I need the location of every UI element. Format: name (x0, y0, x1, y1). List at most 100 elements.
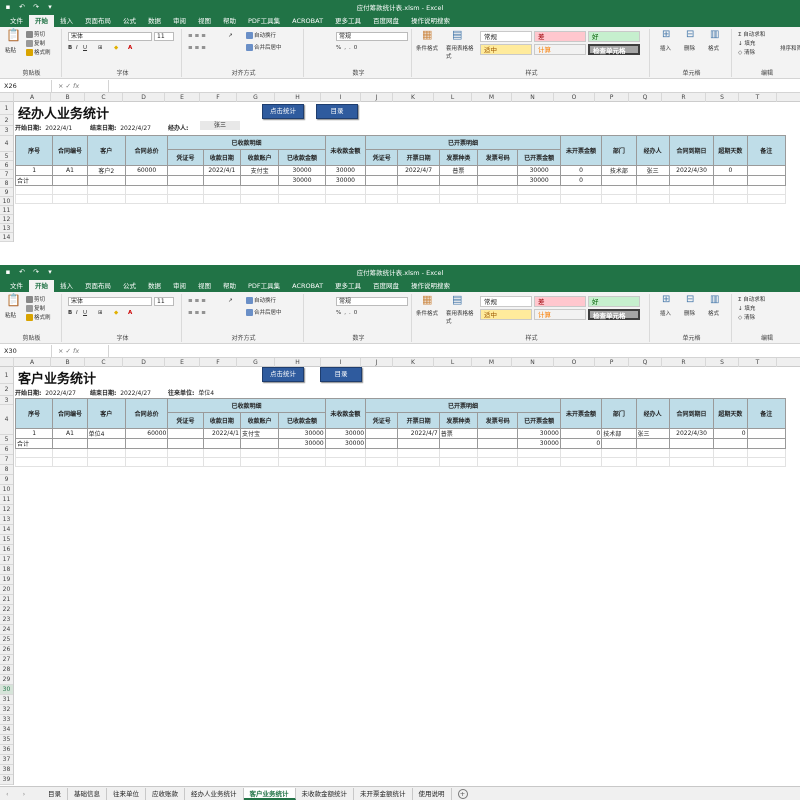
total-cell-inv_voucher[interactable] (365, 175, 399, 186)
row-header-10[interactable]: 10 (0, 197, 13, 206)
empty-cell[interactable] (668, 457, 715, 467)
delete-button[interactable]: 删除 (684, 310, 695, 318)
empty-row[interactable] (14, 194, 787, 204)
total-row[interactable]: 合计 30000 30000 30000 0 (14, 175, 787, 186)
empty-cell[interactable] (601, 448, 637, 458)
style-normal[interactable]: 常规 (480, 296, 532, 307)
cell-recv_amt[interactable]: 30000 (278, 165, 326, 176)
ribbon-tab-9[interactable]: PDF工具集 (242, 280, 286, 292)
merge-center-button[interactable]: 合并后居中 (246, 44, 282, 52)
cell-dept[interactable]: 技术部 (601, 428, 637, 439)
row-header-33[interactable]: 33 (0, 715, 13, 725)
cell-contract[interactable]: A1 (52, 428, 88, 439)
total-cell-total[interactable] (124, 438, 169, 449)
empty-cell[interactable] (438, 194, 479, 204)
style-check[interactable]: 检查单元格 (588, 309, 640, 320)
font-name-select[interactable]: 宋体 (68, 297, 152, 306)
fill-button[interactable]: ↓ 填充 (738, 305, 755, 313)
empty-cell[interactable] (202, 448, 241, 458)
empty-cell[interactable] (746, 185, 787, 195)
ribbon-tab-12[interactable]: 百度网盘 (367, 280, 405, 292)
empty-cell[interactable] (124, 185, 169, 195)
cell-seq[interactable]: 1 (14, 428, 54, 439)
empty-cell[interactable] (167, 194, 204, 204)
ribbon-tab-13[interactable]: 操作说明搜索 (405, 280, 456, 292)
bold-button[interactable]: B (68, 44, 72, 52)
total-cell-unrecv[interactable]: 30000 (324, 175, 367, 186)
row-header-29[interactable]: 29 (0, 675, 13, 685)
delete-icon[interactable]: ⊟ (686, 30, 694, 40)
menu-button[interactable]: 目录 (320, 367, 362, 382)
cells-area[interactable]: 经办人业务统计 点击统计 目录 开始日期: 2022/4/1 结束日期: 202… (14, 102, 800, 251)
row-header-4[interactable]: 4 (0, 136, 13, 152)
fx-icon[interactable]: × ✓ fx (52, 347, 108, 355)
empty-cell[interactable] (635, 448, 670, 458)
insert-button[interactable]: 插入 (660, 310, 671, 318)
total-cell-contract[interactable] (52, 438, 88, 449)
column-header-S[interactable]: S (706, 358, 739, 367)
cell-recv_date[interactable]: 2022/4/1 (202, 428, 241, 439)
column-header-M[interactable]: M (472, 358, 512, 367)
sheet-tab-5[interactable]: 客户业务统计 (243, 787, 296, 800)
merge-center-button[interactable]: 合并后居中 (246, 309, 282, 317)
empty-cell[interactable] (365, 457, 399, 467)
empty-cell[interactable] (713, 194, 748, 204)
style-good[interactable]: 好 (588, 296, 640, 307)
cell-handler[interactable]: 张三 (635, 165, 670, 176)
empty-cell[interactable] (601, 185, 637, 195)
column-header-H[interactable]: H (275, 358, 321, 367)
cell-overdue[interactable]: 0 (713, 165, 748, 176)
column-header-C[interactable]: C (85, 358, 123, 367)
undo-icon[interactable]: ↶ (18, 3, 26, 11)
table-row[interactable]: 1 A1 客户2 60000 2022/4/1 支付宝 30000 30000 2022/4/7… (14, 165, 787, 176)
row-header-14[interactable]: 14 (0, 233, 13, 242)
empty-cell[interactable] (278, 448, 326, 458)
column-header-E[interactable]: E (165, 358, 200, 367)
empty-cell[interactable] (397, 457, 440, 467)
row-header-24[interactable]: 24 (0, 625, 13, 635)
cell-note[interactable] (746, 428, 787, 439)
row-header-19[interactable]: 19 (0, 575, 13, 585)
select-all-corner[interactable] (0, 358, 14, 367)
redo-icon[interactable]: ↷ (32, 3, 40, 11)
cell-unrecv[interactable]: 30000 (324, 165, 367, 176)
column-header-E[interactable]: E (165, 93, 200, 102)
copy-button[interactable]: 复制 (26, 305, 45, 313)
column-header-A[interactable]: A (14, 358, 51, 367)
column-header-R[interactable]: R (662, 93, 706, 102)
column-header-N[interactable]: N (512, 93, 554, 102)
column-header-L[interactable]: L (434, 358, 472, 367)
column-header-L[interactable]: L (434, 93, 472, 102)
font-color-icon[interactable]: A (128, 309, 132, 317)
italic-button[interactable]: I (76, 309, 78, 317)
row-header-39[interactable]: 39 (0, 775, 13, 785)
ribbon-tab-2[interactable]: 插入 (54, 15, 79, 27)
empty-cell[interactable] (477, 457, 519, 467)
cell-uninv[interactable]: 0 (559, 428, 603, 439)
ribbon-tab-9[interactable]: PDF工具集 (242, 15, 286, 27)
paste-button[interactable]: 粘贴 (5, 47, 16, 55)
row-header-8[interactable]: 8 (0, 179, 13, 188)
empty-cell[interactable] (438, 457, 479, 467)
row-header-2[interactable]: 2 (0, 115, 13, 126)
empty-cell[interactable] (559, 457, 603, 467)
row-header-25[interactable]: 25 (0, 635, 13, 645)
style-check[interactable]: 检查单元格 (588, 44, 640, 55)
row-header-13[interactable]: 13 (0, 224, 13, 233)
cell-inv_date[interactable]: 2022/4/7 (397, 428, 440, 439)
insert-icon[interactable]: ⊞ (662, 295, 670, 305)
column-header-D[interactable]: D (123, 93, 165, 102)
empty-cell[interactable] (278, 457, 326, 467)
cell-handler[interactable]: 张三 (635, 428, 670, 439)
cut-button[interactable]: 剪切 (26, 31, 45, 39)
column-header-P[interactable]: P (595, 93, 629, 102)
number-format-select[interactable]: 常规 (336, 297, 408, 306)
column-header-T[interactable]: T (739, 358, 777, 367)
total-cell-inv_no[interactable] (477, 175, 519, 186)
cell-inv_no[interactable] (477, 165, 519, 176)
row-header-1[interactable]: 1 (0, 102, 13, 115)
number-format-icons[interactable]: %,.0 (336, 44, 360, 52)
formula-input[interactable] (108, 79, 800, 92)
column-header-T[interactable]: T (739, 93, 777, 102)
cell-voucher[interactable] (167, 165, 204, 176)
